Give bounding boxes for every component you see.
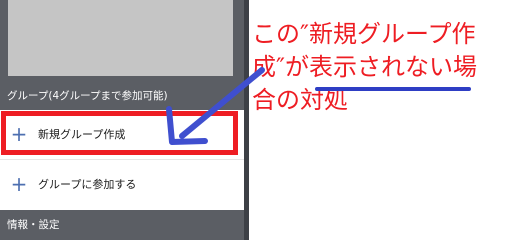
annotation-text: この″新規グループ作 成″が表示されない場 合の対処: [252, 18, 516, 117]
profile-image-placeholder[interactable]: [8, 0, 233, 76]
app-drawer: グループ(4グループまで参加可能) + 新規グループ作成 + グループに参加する…: [0, 0, 244, 240]
join-group-label: グループに参加する: [38, 178, 137, 191]
group-section-header: グループ(4グループまで参加可能): [0, 83, 244, 110]
annotation-line-2: 成″が表示されない場: [252, 53, 477, 81]
screenshot-stage: グループ(4グループまで参加可能) + 新規グループ作成 + グループに参加する…: [0, 0, 519, 240]
plus-icon: +: [10, 172, 28, 196]
annotation-underline: [315, 87, 471, 91]
panel-edge: [244, 0, 249, 240]
highlight-box: [1, 111, 238, 155]
annotation-line-1: この″新規グループ作: [252, 20, 476, 48]
join-group-button[interactable]: + グループに参加する: [0, 160, 244, 208]
info-settings-section[interactable]: 情報・設定: [0, 210, 244, 240]
profile-area: [0, 0, 244, 83]
